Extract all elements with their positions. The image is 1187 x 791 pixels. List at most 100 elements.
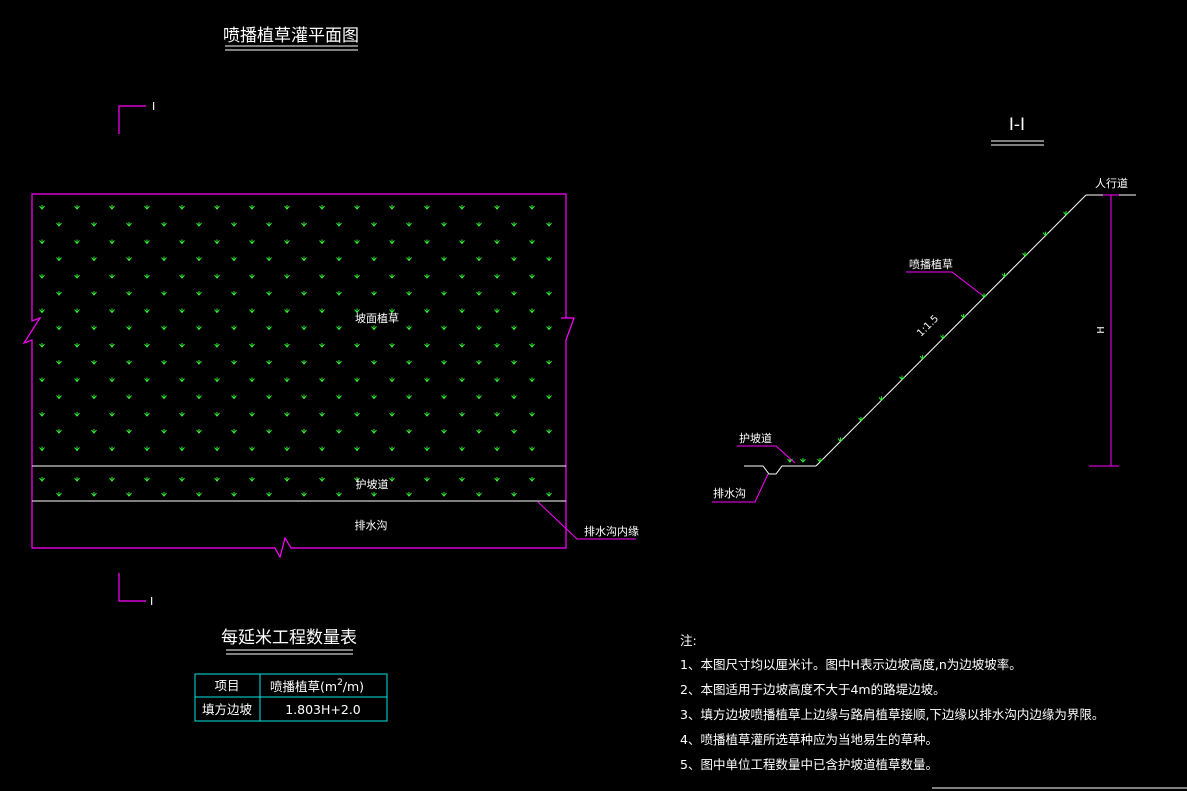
grass-symbol: [336, 256, 342, 262]
grass-symbol: [406, 256, 412, 262]
grass-symbol: [459, 239, 465, 245]
grass-symbol: [214, 343, 220, 348]
grass-symbol: [371, 429, 377, 434]
table-row-item: 填方边坡: [202, 702, 253, 717]
grass-symbol: [39, 308, 45, 314]
grass-symbol: [231, 429, 237, 434]
grass-symbol: [74, 446, 80, 452]
grass-symbol: [161, 291, 167, 296]
grass-symbol: [56, 256, 62, 262]
grass-label: 喷播植草: [909, 257, 953, 271]
note-item: 5、图中单位工程数量中已含护坡道植草数量。: [680, 757, 938, 772]
grass-symbol: [196, 492, 202, 497]
grass-symbol: [371, 256, 377, 262]
plan-boundary: [22, 193, 575, 559]
grass-symbol: [109, 343, 115, 348]
grass-symbol: [459, 343, 465, 348]
grass-symbol: [529, 308, 535, 314]
grass-symbol: [424, 205, 430, 210]
grass-symbol: [336, 291, 342, 296]
grass-symbol: [494, 412, 500, 417]
grass-symbol: [336, 222, 342, 227]
section-berm-label: 护坡道: [739, 431, 772, 445]
grass-symbol: [39, 446, 45, 452]
grass-symbol: [817, 458, 823, 463]
grass-symbol: [354, 412, 360, 417]
berm-ditch-profile: [744, 465, 816, 475]
grass-symbol: [336, 492, 342, 497]
grass-symbol: [511, 394, 517, 400]
grass-symbol: [529, 412, 535, 417]
table-header-qty: 喷播植草(m2/m): [270, 678, 364, 694]
section-title: I-I: [1009, 115, 1025, 135]
grass-symbol: [459, 205, 465, 210]
grass-symbol: [249, 239, 255, 245]
grass-symbol: [459, 308, 465, 314]
grass-symbol: [74, 274, 80, 279]
grass-symbol: [441, 256, 447, 262]
grass-symbol: [109, 239, 115, 245]
grass-symbol: [179, 412, 185, 417]
grass-symbol: [960, 313, 967, 319]
grass-symbol: [406, 429, 412, 434]
grass-symbol: [196, 394, 202, 400]
grass-symbol: [74, 205, 80, 210]
grass-pattern: [39, 205, 552, 497]
grass-symbol: [179, 205, 185, 210]
grass-symbol: [389, 446, 395, 452]
grass-symbol: [231, 291, 237, 296]
grass-symbol: [74, 377, 80, 383]
grass-symbol: [249, 343, 255, 348]
grass-symbol: [91, 291, 97, 296]
grass-symbol: [161, 222, 167, 227]
grass-symbol: [196, 291, 202, 296]
grass-symbol: [476, 360, 482, 365]
grass-symbol: [406, 394, 412, 400]
grass-symbol: [126, 394, 132, 400]
grass-symbol: [899, 375, 905, 381]
grass-symbol: [424, 377, 430, 383]
grass-symbol: [1001, 272, 1008, 278]
grass-symbol: [878, 396, 885, 401]
grass-symbol: [1022, 252, 1028, 257]
table-title: 每延米工程数量表: [221, 628, 357, 648]
grass-symbol: [56, 291, 62, 296]
grass-symbol: [109, 477, 115, 482]
grass-symbol: [319, 477, 325, 482]
note-item: 3、填方边坡喷播植草上边缘与路肩植草接顺,下边缘以排水沟内边缘为界限。: [680, 707, 1104, 722]
notes: 注: 1、本图尺寸均以厘米计。图中H表示边坡高度,n为边坡坡率。 2、本图适用于…: [680, 633, 1187, 789]
grass-symbol: [91, 492, 97, 497]
grass-symbol: [406, 360, 412, 365]
grass-symbol: [940, 334, 946, 340]
grass-symbol: [424, 343, 430, 348]
grass-symbol: [336, 325, 342, 331]
grass-symbol: [91, 256, 97, 262]
grass-symbol: [511, 256, 517, 262]
grass-symbol: [249, 274, 255, 279]
grass-symbol: [494, 308, 500, 314]
grass-symbol: [424, 239, 430, 245]
grass-symbol: [161, 492, 167, 497]
grass-symbol: [354, 446, 360, 452]
grass-symbol: [56, 429, 62, 434]
grass-symbol: [284, 477, 290, 482]
grass-symbol: [179, 477, 185, 482]
grass-symbol: [476, 291, 482, 296]
grass-symbol: [546, 291, 552, 296]
grass-symbol: [1042, 231, 1049, 237]
grass-symbol: [919, 355, 926, 360]
grass-symbol: [249, 412, 255, 417]
grass-symbol: [424, 446, 430, 452]
grass-symbol: [56, 325, 62, 331]
grass-symbol: [476, 492, 482, 497]
grass-symbol: [39, 205, 45, 210]
grass-symbol: [319, 343, 325, 348]
grass-symbol: [56, 394, 62, 400]
grass-symbol: [1063, 211, 1069, 216]
grass-symbol: [144, 343, 150, 348]
grass-symbol: [424, 308, 430, 314]
grass-symbol: [389, 412, 395, 417]
grass-symbol: [284, 446, 290, 452]
section-mark-bottom: I: [118, 573, 153, 608]
grass-symbol: [74, 308, 80, 314]
